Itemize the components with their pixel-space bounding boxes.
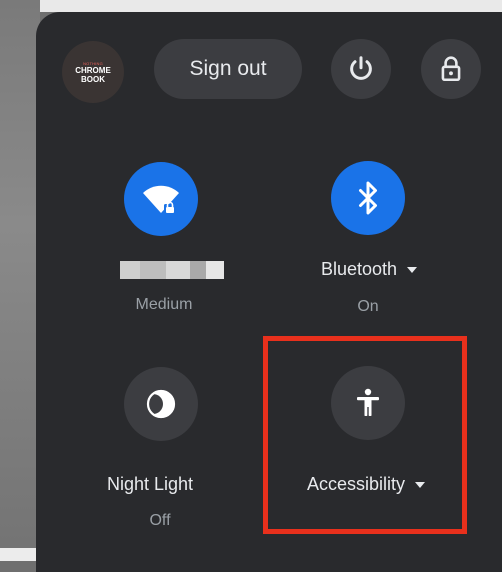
user-avatar[interactable]: NOTHING CHROME BOOK — [62, 41, 124, 103]
wifi-locked-icon — [143, 185, 179, 214]
desktop-background-left — [0, 0, 40, 561]
avatar-brand-line-2: BOOK — [81, 74, 105, 84]
wifi-status: Medium — [135, 296, 193, 313]
night-light-label: Night Light — [107, 474, 194, 494]
bluetooth-label: Bluetooth — [321, 259, 398, 279]
wifi-network-name-redacted[interactable] — [120, 261, 224, 279]
desktop-background-top — [0, 0, 502, 12]
bluetooth-status: On — [357, 298, 379, 315]
bluetooth-icon — [359, 181, 377, 215]
accessibility-settings-dropdown[interactable]: Accessibility — [307, 474, 426, 495]
wifi-toggle[interactable] — [124, 162, 198, 236]
bluetooth-toggle[interactable] — [331, 161, 405, 235]
bluetooth-settings-dropdown[interactable]: Bluetooth — [321, 259, 418, 280]
night-light-status: Off — [149, 512, 171, 529]
sign-out-button[interactable]: Sign out — [154, 39, 302, 99]
night-light-icon — [144, 389, 176, 419]
desktop-background-bottom — [0, 548, 40, 561]
avatar-brand-line-1: CHROME — [75, 65, 111, 75]
lock-button[interactable] — [421, 39, 481, 99]
accessibility-label: Accessibility — [307, 474, 406, 494]
chevron-down-icon — [415, 481, 426, 488]
accessibility-icon — [357, 388, 379, 416]
night-light-toggle[interactable] — [124, 367, 198, 441]
accessibility-button[interactable] — [331, 366, 405, 440]
power-icon — [350, 56, 372, 80]
lock-icon — [441, 56, 461, 82]
chevron-down-icon — [407, 266, 418, 273]
power-button[interactable] — [331, 39, 391, 99]
